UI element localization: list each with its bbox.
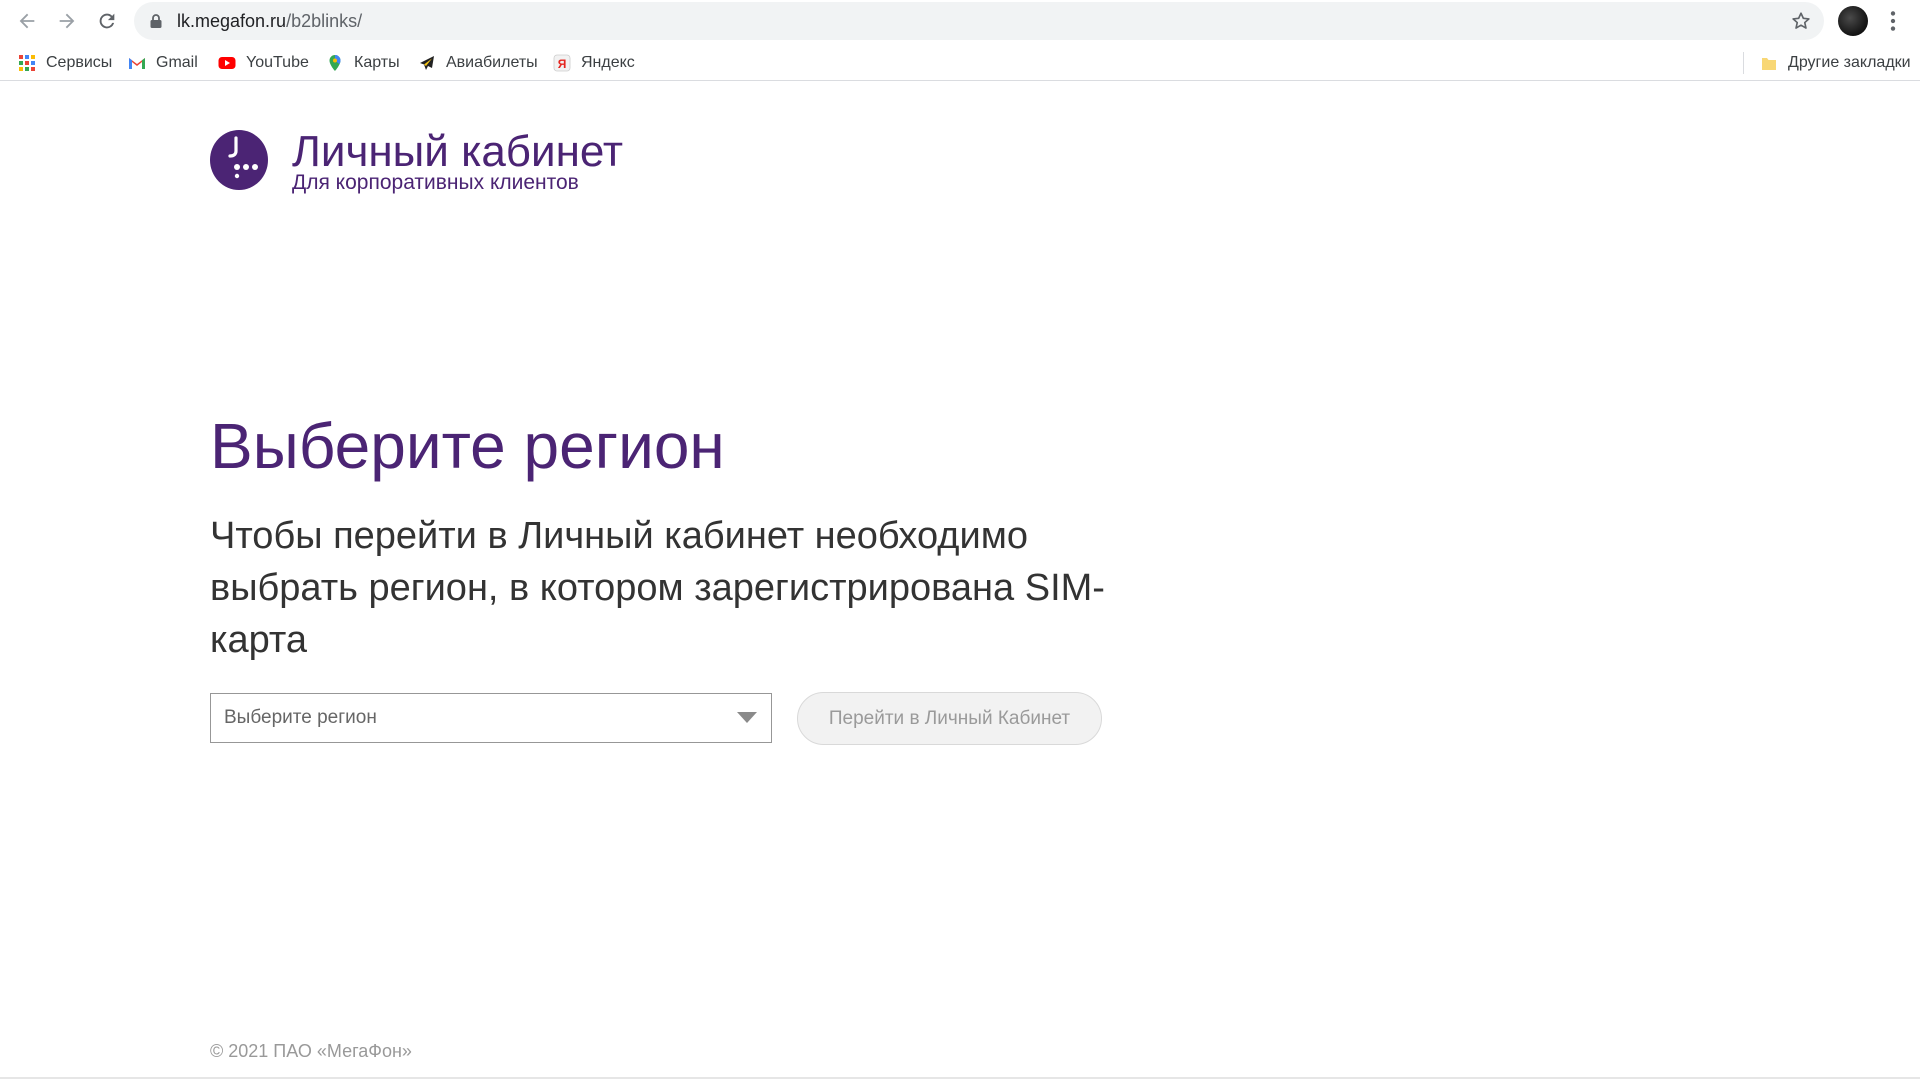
bookmark-label: Карты bbox=[354, 54, 400, 71]
go-to-cabinet-button[interactable]: Перейти в Личный Кабинет bbox=[797, 692, 1102, 745]
bookmark-aviabilety[interactable]: Авиабилеты bbox=[418, 46, 538, 80]
bookmark-label: YouTube bbox=[246, 54, 309, 71]
bookmark-yandex[interactable]: Я Яндекс bbox=[553, 46, 635, 80]
chevron-down-icon bbox=[737, 712, 757, 723]
more-vert-icon[interactable] bbox=[1880, 8, 1906, 34]
address-bar[interactable]: lk.megafon.ru/b2blinks/ bbox=[134, 2, 1824, 40]
megafon-logo-icon bbox=[210, 130, 268, 190]
url-path: /b2blinks/ bbox=[286, 11, 363, 31]
url-host: lk.megafon.ru bbox=[177, 11, 287, 31]
youtube-icon bbox=[218, 54, 236, 72]
reload-icon bbox=[99, 13, 115, 29]
forward-button[interactable] bbox=[52, 6, 82, 36]
folder-icon bbox=[1760, 54, 1778, 72]
bottom-divider bbox=[0, 1077, 1920, 1079]
page-title: Выберите регион bbox=[210, 410, 725, 482]
bookmark-maps[interactable]: Карты bbox=[326, 46, 400, 80]
gmail-icon bbox=[128, 54, 146, 72]
lead-text: Чтобы перейти в Личный кабинет необходим… bbox=[210, 515, 1105, 661]
apps-grid-icon bbox=[18, 54, 36, 72]
bookmark-label: Яндекс bbox=[581, 54, 635, 71]
svg-text:Я: Я bbox=[558, 57, 567, 71]
bookmark-label: Сервисы bbox=[46, 54, 113, 71]
browser-toolbar: lk.megafon.ru/b2blinks/ bbox=[0, 0, 1920, 42]
arrow-right-icon bbox=[59, 13, 75, 29]
logo-subtitle: Для корпоративных клиентов bbox=[292, 171, 579, 194]
megafon-logo[interactable]: Личный кабинет Для корпоративных клиенто… bbox=[210, 126, 650, 198]
bookmarks-bar: Сервисы Gmail YouTube Карты Авиабилеты Я… bbox=[0, 46, 1920, 81]
bookmark-label: Авиабилеты bbox=[446, 54, 538, 71]
bookmark-other-folder[interactable]: Другие закладки bbox=[1760, 46, 1911, 80]
bookmark-services[interactable]: Сервисы bbox=[18, 46, 112, 80]
reload-button[interactable] bbox=[92, 6, 122, 36]
back-button[interactable] bbox=[12, 6, 42, 36]
bookmarks-separator bbox=[1743, 52, 1744, 74]
region-select[interactable]: Выберите регион bbox=[210, 693, 772, 743]
maps-pin-icon bbox=[326, 54, 344, 72]
profile-avatar[interactable] bbox=[1838, 6, 1868, 36]
lock-icon bbox=[150, 14, 162, 28]
region-select-placeholder: Выберите регион bbox=[224, 707, 377, 728]
bookmark-label: Gmail bbox=[156, 54, 198, 71]
airplane-icon bbox=[418, 54, 436, 72]
bookmark-label: Другие закладки bbox=[1788, 54, 1911, 71]
footer-copyright: © 2021 ПАО «МегаФон» bbox=[210, 1041, 412, 1061]
star-icon[interactable] bbox=[1790, 10, 1812, 32]
bookmark-youtube[interactable]: YouTube bbox=[218, 46, 309, 80]
url-text: lk.megafon.ru/b2blinks/ bbox=[177, 2, 362, 40]
yandex-icon: Я bbox=[553, 54, 571, 72]
bookmark-gmail[interactable]: Gmail bbox=[128, 46, 198, 80]
logo-title: Личный кабинет bbox=[292, 127, 624, 176]
arrow-left-icon bbox=[19, 13, 35, 29]
